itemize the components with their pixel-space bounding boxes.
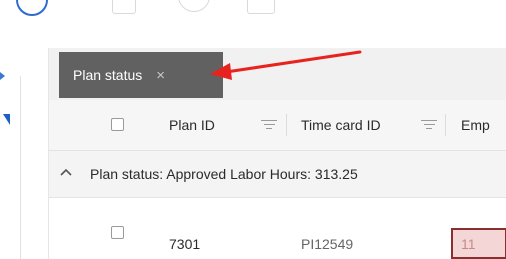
column-header-row: Plan ID Time card ID Emp	[49, 100, 506, 151]
cell-plan-id: 7301	[169, 236, 201, 252]
column-header-label: Time card ID	[301, 117, 381, 133]
cell-emp-highlighted[interactable]: 11	[451, 228, 506, 259]
select-all-checkbox[interactable]	[111, 118, 124, 131]
row-checkbox[interactable]	[111, 226, 124, 239]
column-header-time-card-id[interactable]: Time card ID	[301, 100, 381, 150]
nav-divider	[20, 76, 21, 259]
toolbar-square-icon[interactable]	[112, 0, 136, 14]
table-row[interactable]: 7301 PI12549 11	[49, 198, 506, 259]
cell-emp: 11	[461, 236, 476, 252]
corner-triangle-icon[interactable]	[3, 114, 10, 125]
toolbar-circle-icon[interactable]	[16, 0, 48, 16]
close-icon[interactable]: ×	[156, 67, 165, 84]
column-header-label: Plan ID	[169, 117, 215, 133]
filter-icon[interactable]	[261, 120, 277, 130]
column-separator[interactable]	[445, 114, 446, 136]
group-chip-plan-status[interactable]: Plan status ×	[59, 52, 223, 98]
grid-screen: Plan status × Plan ID Time card ID Emp P…	[0, 0, 506, 259]
group-row-label: Plan status: Approved Labor Hours: 313.2…	[90, 166, 358, 182]
cell-time-card-id: PI12549	[301, 236, 354, 252]
column-header-plan-id[interactable]: Plan ID	[169, 100, 215, 150]
group-chip-label: Plan status	[73, 67, 143, 83]
column-header-label: Emp	[461, 117, 490, 133]
chevron-up-icon[interactable]	[59, 166, 73, 180]
data-grid: Plan status × Plan ID Time card ID Emp P…	[48, 48, 506, 259]
toolbar-square-icon[interactable]	[247, 0, 275, 14]
column-header-emp[interactable]: Emp	[461, 100, 490, 150]
left-navigation	[0, 48, 28, 259]
toolbar-round-icon[interactable]	[178, 0, 210, 12]
expand-arrow-icon[interactable]	[0, 72, 5, 80]
group-by-panel[interactable]: Plan status ×	[49, 48, 506, 100]
column-separator[interactable]	[286, 114, 287, 136]
top-toolbar	[0, 0, 506, 30]
filter-icon[interactable]	[421, 120, 437, 130]
group-row[interactable]: Plan status: Approved Labor Hours: 313.2…	[49, 151, 506, 198]
